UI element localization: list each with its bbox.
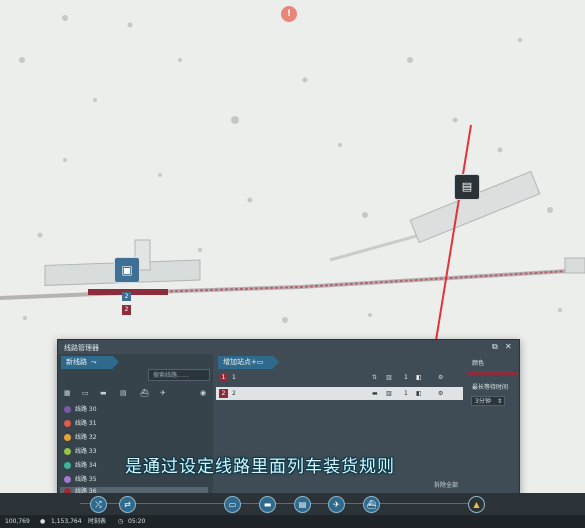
bottom-toolbar	[0, 493, 585, 515]
stop-number: 2	[219, 389, 228, 398]
stop-number: 1	[219, 373, 228, 382]
line-settings-column: 颜色 最长等待时间 3分钟 ⇕	[466, 354, 519, 496]
line-color-dot	[64, 462, 71, 469]
money-icon: ●	[40, 518, 46, 525]
stop-row-selected[interactable]: 2 2 ▬ ▥ 1 ◧ ⚙	[216, 387, 463, 400]
line-color-dot	[64, 476, 71, 483]
bulldozer-button[interactable]: ▲	[468, 496, 485, 513]
line-color-swatch[interactable]	[468, 372, 518, 375]
bus-icon[interactable]: ▭	[82, 389, 89, 397]
stop-row[interactable]: 1 1 ⇅ ▥ 1 ◧ ⚙	[216, 371, 463, 384]
line-color-dot	[64, 420, 71, 427]
max-wait-label: 最长等待时间	[472, 384, 509, 391]
list-item[interactable]: 线路 32	[60, 431, 208, 444]
list-item[interactable]: 线路 31	[60, 417, 208, 430]
plane-icon[interactable]: ✈	[160, 389, 166, 397]
cargo-station-icon[interactable]: ▤	[454, 174, 480, 200]
line-color-dot	[64, 448, 71, 455]
settings-icon[interactable]: ⚙	[438, 371, 443, 384]
add-stop-label: 增加站点	[223, 358, 251, 366]
stop-quantity: 1	[404, 374, 408, 381]
add-stop-icon: +▭	[251, 358, 264, 366]
search-input[interactable]: 搜索线路……	[148, 369, 210, 381]
line-manager-button[interactable]: ⇄	[119, 496, 136, 513]
remove-all-button[interactable]: 拆除全部	[434, 480, 458, 489]
eye-icon[interactable]: ◉	[200, 389, 206, 397]
stop-name: 1	[232, 374, 236, 381]
grid-icon[interactable]: ▦	[64, 389, 71, 397]
load-icon[interactable]: ▬	[372, 387, 378, 400]
popout-icon[interactable]: ⧉	[492, 342, 498, 352]
stop-quantity: 1	[404, 390, 408, 397]
truck-icon[interactable]: ▬	[100, 389, 107, 397]
game-time: 05:20	[128, 518, 146, 525]
speed-label[interactable]: 时刻表	[88, 515, 106, 528]
status-bar: 100,769 ● 1,153,764 时刻表 ◷ 05:20	[0, 515, 585, 528]
bus-button[interactable]: ▭	[224, 496, 241, 513]
settings-icon[interactable]: ⚙	[438, 387, 443, 400]
close-icon[interactable]: ✕	[505, 342, 512, 351]
list-item[interactable]: 线路 30	[60, 403, 208, 416]
cargo-rule-toggle[interactable]: ◧	[416, 371, 422, 384]
wait-time-select[interactable]: 3分钟 ⇕	[471, 396, 505, 406]
add-stop-button[interactable]: 增加站点 +▭	[218, 356, 279, 369]
truck-button[interactable]: ▬	[259, 496, 276, 513]
station-marker-red: 2	[122, 305, 131, 315]
shuffle-button[interactable]: ⤮	[90, 496, 107, 513]
video-subtitle: 是通过设定线路里面列车装货规则	[125, 457, 395, 477]
wagon-icon[interactable]: ▥	[386, 371, 392, 384]
new-line-label: 新线路	[66, 358, 87, 366]
alert-marker[interactable]: !	[281, 6, 297, 22]
station-marker-blue: 2	[122, 292, 131, 301]
population-value: 100,769	[5, 518, 30, 525]
train-icon[interactable]: ▤	[120, 389, 127, 397]
tram-button[interactable]: ▤	[294, 496, 311, 513]
spinner-icon: ⇕	[496, 398, 502, 405]
clock-icon: ◷	[118, 518, 124, 525]
freight-station-icon[interactable]: ▣	[114, 257, 140, 283]
filter-toolbar: ▦ ▭ ▬ ▤ ⛴ ✈ ◉	[64, 389, 209, 399]
load-icon[interactable]: ⇅	[372, 371, 377, 384]
money-value: 1,153,764	[51, 518, 82, 525]
route-icon: ⤳	[91, 358, 97, 366]
panel-title: 线路管理器	[64, 344, 99, 352]
wait-time-value: 3分钟	[475, 398, 491, 405]
color-label: 颜色	[472, 360, 485, 367]
stop-name: 2	[232, 390, 236, 397]
cargo-rule-toggle[interactable]: ◧	[416, 387, 422, 400]
line-color-dot	[64, 406, 71, 413]
ship-icon[interactable]: ⛴	[140, 389, 149, 397]
new-line-button[interactable]: 新线路 ⤳	[61, 356, 119, 369]
wagon-icon[interactable]: ▥	[386, 387, 392, 400]
ship-button[interactable]: ⛴	[363, 496, 380, 513]
plane-button[interactable]: ✈	[328, 496, 345, 513]
line-color-dot	[64, 434, 71, 441]
